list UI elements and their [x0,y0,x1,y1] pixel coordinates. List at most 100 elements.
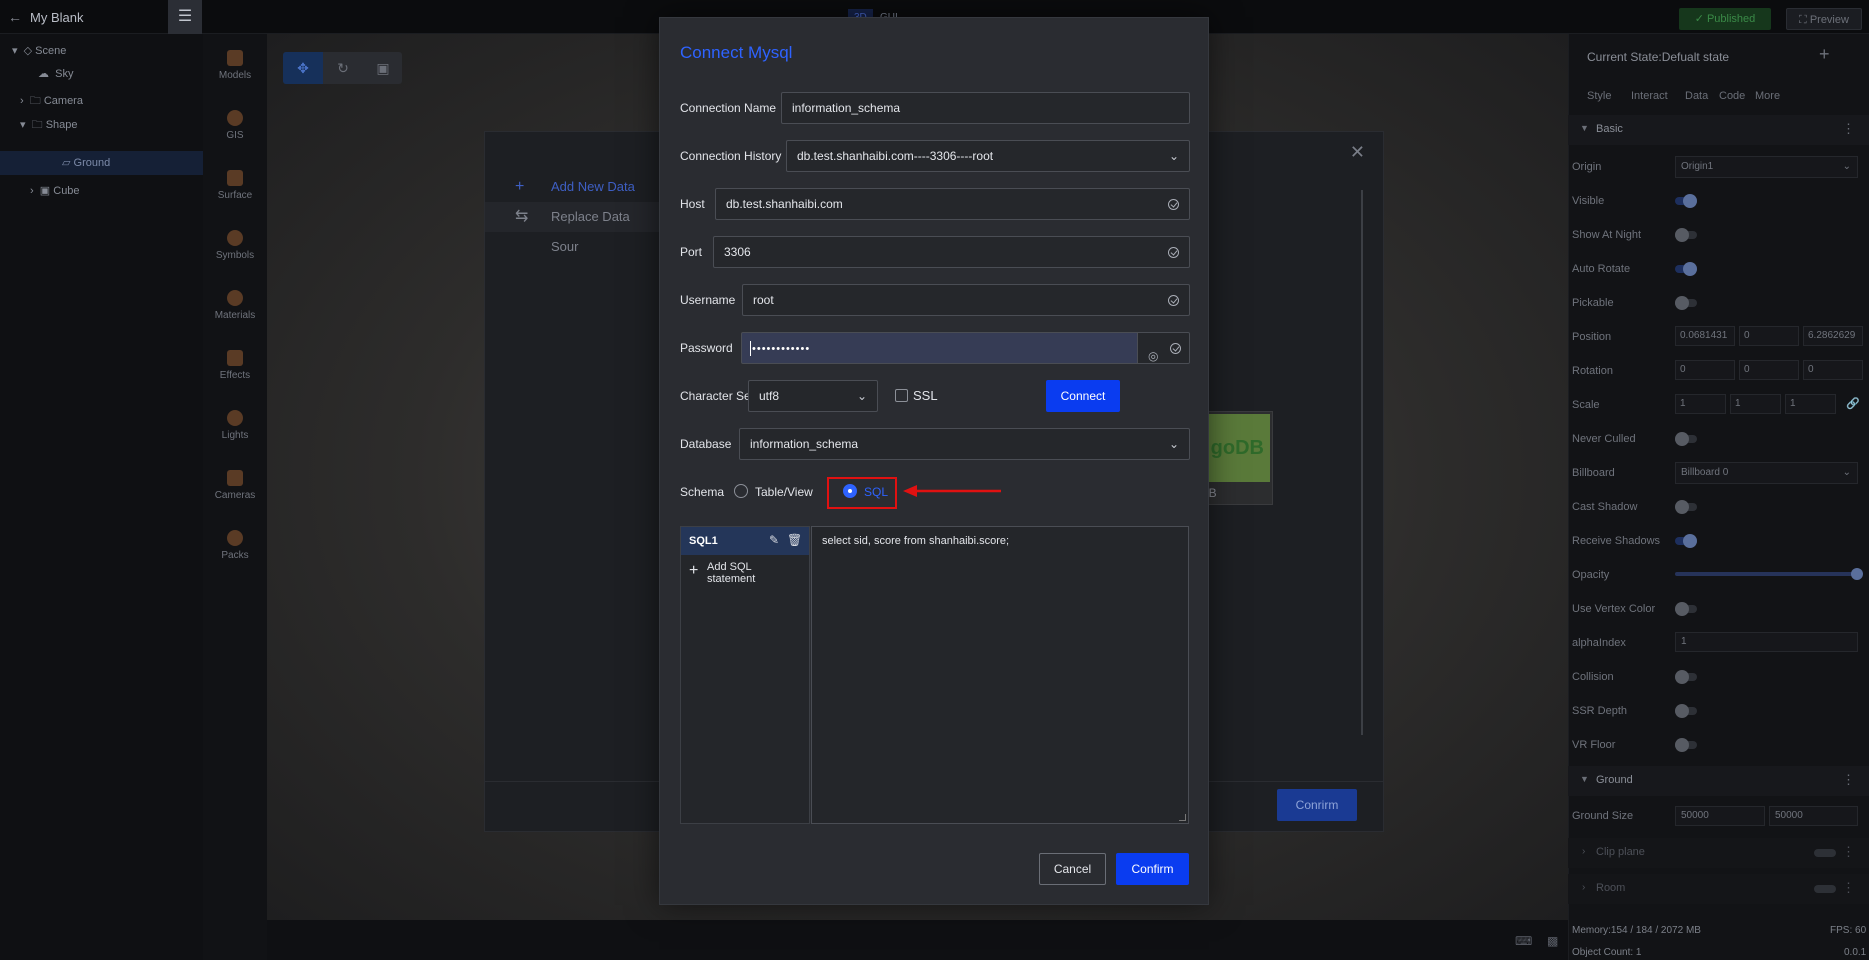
tool-surface[interactable]: Surface [203,170,267,201]
opacity-slider[interactable] [1675,568,1863,580]
eye-slash-icon[interactable]: ◎ [1148,341,1158,363]
tree-item-ground[interactable]: ▱ Ground [0,151,203,175]
tab-more[interactable]: More [1755,90,1780,102]
more-vertical-icon[interactable]: ⋮ [1842,772,1855,788]
published-button[interactable]: ✓ Published [1679,8,1771,30]
more-vertical-icon[interactable]: ⋮ [1842,844,1855,860]
host-input[interactable]: db.test.shanhaibi.com [715,188,1190,220]
auto-rotate-toggle[interactable] [1675,262,1697,276]
schema-table-view-radio[interactable] [734,484,748,498]
add-new-data-item[interactable]: + Add New Data [485,172,660,202]
connection-history-select[interactable]: db.test.shanhaibi.com----3306----root ⌄ [786,140,1190,172]
tab-code[interactable]: Code [1719,90,1745,102]
ground-size-height-input[interactable]: 50000 [1769,806,1858,826]
tree-item-sky[interactable]: ☁ Sky [38,62,73,86]
collision-toggle[interactable] [1675,670,1697,684]
rotation-x-input[interactable]: 0 [1675,360,1735,380]
section-basic[interactable]: ▼ Basic ⋮ [1568,115,1869,145]
rotation-z-input[interactable]: 0 [1803,360,1863,380]
pickable-toggle[interactable] [1675,296,1697,310]
prop-label: Origin [1572,161,1602,173]
prop-label: Receive Shadows [1572,535,1661,547]
slider-handle[interactable] [1851,568,1863,580]
rotation-y-input[interactable]: 0 [1739,360,1799,380]
username-input[interactable]: root [742,284,1190,316]
menu-button[interactable]: ☰ [168,0,202,34]
billboard-select[interactable]: Billboard 0 ⌄ [1675,462,1858,484]
more-vertical-icon[interactable]: ⋮ [1842,880,1855,896]
use-vertex-color-toggle[interactable] [1675,602,1697,616]
tree-item-camera[interactable]: › 🗀 Camera [20,89,83,113]
tool-packs[interactable]: Packs [203,530,267,561]
keyboard-icon[interactable]: ⌨ [1515,934,1532,948]
scrollbar[interactable] [1361,190,1363,735]
tool-models[interactable]: Models [203,50,267,81]
port-input[interactable]: 3306 [713,236,1190,268]
scale-z-input[interactable]: 1 [1785,394,1836,414]
tool-lights[interactable]: Lights [203,410,267,441]
resize-handle[interactable] [1179,814,1186,821]
password-input[interactable]: •••••••••••• ◎ [741,332,1190,364]
section-ground[interactable]: ▼ Ground ⋮ [1568,766,1869,796]
confirm-button[interactable]: Confirm [1116,853,1189,885]
receive-shadows-toggle[interactable] [1675,534,1697,548]
cast-shadow-toggle[interactable] [1675,500,1697,514]
vr-floor-toggle[interactable] [1675,738,1697,752]
data-source-confirm-button[interactable]: Conrirm [1277,789,1357,821]
back-arrow-icon[interactable]: ← [8,9,22,25]
position-x-input[interactable]: 0.0681431 [1675,326,1735,346]
ssl-checkbox[interactable] [895,389,908,402]
preview-button[interactable]: ⛶ Preview [1786,8,1862,30]
clip-plane-toggle[interactable] [1814,849,1836,857]
prop-label: SSR Depth [1572,705,1628,717]
replace-data-source-item[interactable]: ⇆ Replace Data Sour [485,202,660,254]
origin-select[interactable]: Origin1 ⌄ [1675,156,1858,178]
edit-icon[interactable]: ✎ [769,533,779,547]
position-z-input[interactable]: 6.2862629 [1803,326,1863,346]
tab-interact[interactable]: Interact [1631,90,1668,102]
ground-size-width-input[interactable]: 50000 [1675,806,1765,826]
database-select[interactable]: information_schema ⌄ [739,428,1190,460]
scale-y-input[interactable]: 1 [1730,394,1781,414]
sql-editor[interactable]: select sid, score from shanhaibi.score; [811,526,1189,824]
rotate-icon[interactable]: ↻ [323,52,363,84]
console-icon[interactable]: ▩ [1547,934,1558,948]
tool-effects[interactable]: Effects [203,350,267,381]
show-at-night-toggle[interactable] [1675,228,1697,242]
cancel-button[interactable]: Cancel [1039,853,1106,885]
section-clip-plane[interactable]: › Clip plane ⋮ [1568,838,1869,868]
toggle-knob [1675,432,1689,446]
field-label: Port [680,245,703,259]
scale-x-input[interactable]: 1 [1675,394,1726,414]
connect-button[interactable]: Connect [1046,380,1120,412]
trash-icon[interactable]: 🗑 [787,533,802,547]
tool-materials[interactable]: Materials [203,290,267,321]
tool-cameras[interactable]: Cameras [203,470,267,501]
tab-style[interactable]: Style [1587,90,1611,102]
published-label: Published [1706,13,1756,25]
tree-item-cube[interactable]: › ▣ Cube [30,179,80,203]
field-value: information_schema [792,101,901,115]
room-toggle[interactable] [1814,885,1836,893]
position-y-input[interactable]: 0 [1739,326,1799,346]
move-icon[interactable]: ✥ [283,52,323,84]
tool-symbols[interactable]: Symbols [203,230,267,261]
character-set-select[interactable]: utf8 ⌄ [748,380,878,412]
tool-gis[interactable]: GIS [203,110,267,141]
tab-data[interactable]: Data [1685,90,1708,102]
ssr-depth-toggle[interactable] [1675,704,1697,718]
connection-name-input[interactable]: information_schema [781,92,1190,124]
alpha-index-input[interactable]: 1 [1675,632,1858,652]
sql-statement-item[interactable]: SQL1 ✎ 🗑 [681,527,809,555]
tree-item-scene[interactable]: ▾ ◇ Scene [12,39,66,63]
add-state-icon[interactable]: + [1819,44,1830,65]
visible-toggle[interactable] [1675,194,1697,208]
close-icon[interactable]: ✕ [1350,142,1365,163]
section-room[interactable]: › Room ⋮ [1568,874,1869,904]
link-icon[interactable]: 🔗 [1846,397,1860,410]
mongodb-card[interactable]: goDB DB [1199,411,1273,505]
never-culled-toggle[interactable] [1675,432,1697,446]
tree-item-shape[interactable]: ▾ 🗀 Shape [20,113,78,137]
scale-icon[interactable]: ▣ [363,52,403,84]
more-vertical-icon[interactable]: ⋮ [1842,121,1855,137]
